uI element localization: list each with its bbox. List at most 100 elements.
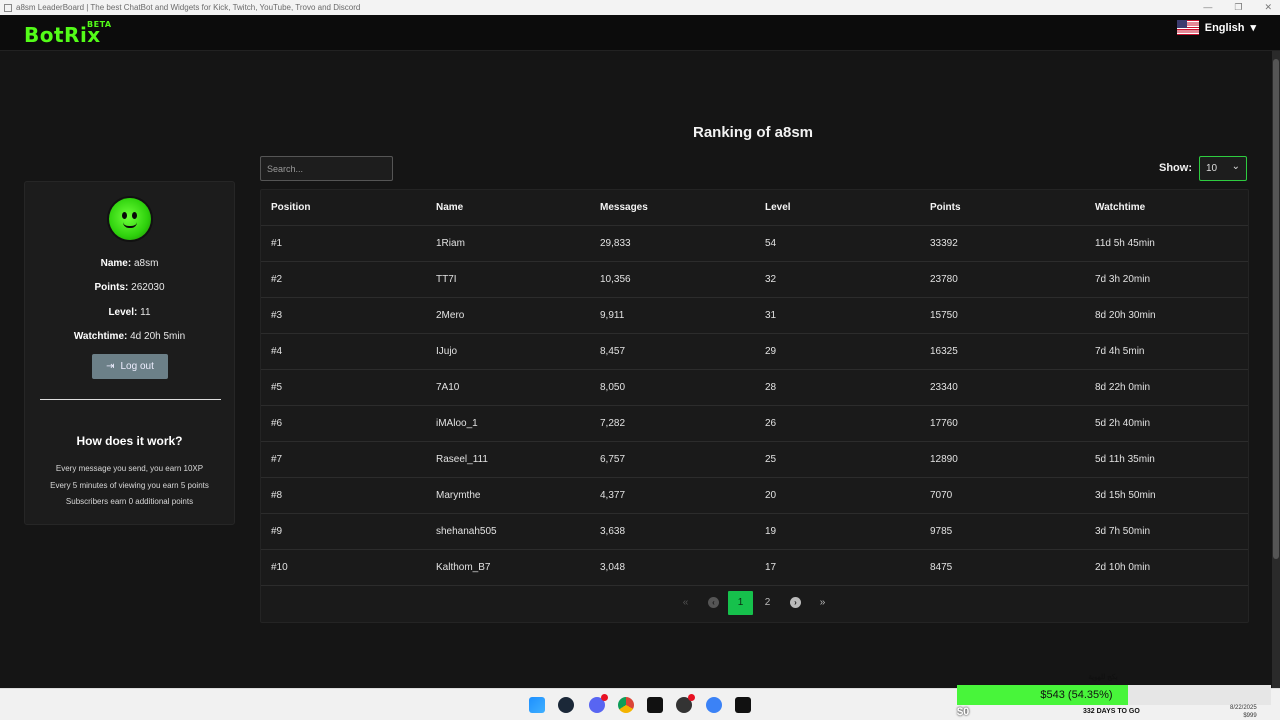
how-line: Every 5 minutes of viewing you earn 5 po… — [50, 481, 209, 490]
goal-end-amount: $999 — [1243, 713, 1257, 719]
header-watchtime[interactable]: Watchtime — [1095, 190, 1145, 226]
chrome-icon[interactable] — [618, 697, 634, 713]
table-row: #7 Raseel_111 6,757 25 12890 5d 11h 35min — [261, 442, 1248, 478]
page-2-button[interactable]: 2 — [755, 591, 780, 615]
close-icon[interactable]: ✕ — [1264, 0, 1272, 15]
goal-end-date: 8/22/2025 — [1230, 705, 1257, 711]
cell-position: #6 — [271, 418, 283, 429]
cell-position: #8 — [271, 490, 283, 501]
page-size-select[interactable]: 10 ⌄ — [1199, 156, 1247, 181]
cell-watchtime: 5d 11h 35min — [1095, 454, 1155, 465]
top-navbar: BotRix BETA English ▾ — [0, 15, 1280, 51]
prev-page-button[interactable]: ‹ — [701, 591, 726, 615]
cell-messages: 6,757 — [600, 454, 626, 465]
page-1-button[interactable]: 1 — [728, 591, 753, 615]
windows-start-icon[interactable] — [529, 697, 545, 713]
how-it-works-title: How does it work? — [76, 434, 183, 448]
botrix-logo[interactable]: BotRix BETA — [24, 20, 111, 47]
how-line: Every message you send, you earn 10XP — [55, 464, 204, 473]
cell-watchtime: 8d 22h 0min — [1095, 382, 1151, 393]
divider — [40, 399, 221, 400]
cell-name: Kalthom_B7 — [436, 562, 491, 573]
cell-position: #5 — [271, 382, 283, 393]
chevron-left-icon: ‹ — [708, 597, 719, 608]
cell-name: shehanah505 — [436, 526, 497, 537]
next-page-button[interactable]: › — [783, 591, 808, 615]
table-row: #8 Marymthe 4,377 20 7070 3d 15h 50min — [261, 478, 1248, 514]
cell-watchtime: 7d 4h 5min — [1095, 346, 1145, 357]
cell-level: 26 — [765, 418, 777, 429]
cell-watchtime: 2d 10h 0min — [1095, 562, 1151, 573]
cell-watchtime: 11d 5h 45min — [1095, 238, 1155, 249]
header-messages[interactable]: Messages — [600, 190, 648, 226]
chevron-down-icon: ⌄ — [1231, 161, 1240, 172]
page-scrollbar[interactable] — [1272, 51, 1280, 688]
last-page-button[interactable]: » — [810, 591, 835, 615]
goal-end: 8/22/2025 $999 — [1230, 704, 1257, 720]
cell-position: #9 — [271, 526, 283, 537]
notification-badge — [688, 694, 695, 701]
minimize-icon[interactable]: — — [1203, 0, 1212, 15]
header-name[interactable]: Name — [436, 190, 463, 226]
goal-days-left: 332 DAYS TO GO — [1083, 708, 1140, 715]
cell-name: 2Mero — [436, 310, 465, 321]
header-points[interactable]: Points — [930, 190, 961, 226]
profile-name: Name: a8sm — [100, 258, 159, 269]
cell-position: #2 — [271, 274, 283, 285]
cell-level: 17 — [765, 562, 777, 573]
cell-points: 9785 — [930, 526, 953, 537]
avatar — [109, 198, 151, 240]
cell-messages: 3,638 — [600, 526, 626, 537]
streamlabs-icon[interactable] — [706, 697, 722, 713]
logout-button[interactable]: ⇥ Log out — [92, 354, 168, 379]
profile-points: Points: 262030 — [94, 282, 165, 293]
avatar-smile-icon — [123, 222, 137, 228]
obs-icon[interactable] — [676, 694, 695, 713]
cell-points: 8475 — [930, 562, 953, 573]
cell-name: IJujo — [436, 346, 458, 357]
cell-points: 23780 — [930, 274, 958, 285]
language-label: English — [1204, 21, 1245, 34]
header-level[interactable]: Level — [765, 190, 791, 226]
search-input[interactable] — [260, 156, 393, 181]
cell-level: 25 — [765, 454, 777, 465]
cell-points: 16325 — [930, 346, 958, 357]
notification-badge — [601, 694, 608, 701]
table-row: #2 TT7I 10,356 32 23780 7d 3h 20min — [261, 262, 1248, 298]
profile-card: Name: a8sm Points: 262030 Level: 11 Watc… — [24, 181, 235, 525]
cell-messages: 9,911 — [600, 310, 625, 321]
cell-points: 23340 — [930, 382, 958, 393]
table-row: #10 Kalthom_B7 3,048 17 8475 2d 10h 0min — [261, 550, 1248, 586]
cell-points: 12890 — [930, 454, 958, 465]
capcut-icon[interactable] — [735, 697, 751, 713]
steam-icon[interactable] — [558, 697, 574, 713]
tiktok-icon[interactable] — [647, 697, 663, 713]
cell-name: Raseel_111 — [436, 454, 488, 465]
cell-level: 20 — [765, 490, 777, 501]
cell-position: #7 — [271, 454, 283, 465]
cell-watchtime: 5d 2h 40min — [1095, 418, 1151, 429]
restore-icon[interactable]: ❐ — [1234, 0, 1242, 15]
window-titlebar: a8sm LeaderBoard | The best ChatBot and … — [0, 0, 1280, 15]
cell-level: 32 — [765, 274, 777, 285]
page-title: Ranking of a8sm — [692, 124, 814, 141]
window-controls: — ❐ ✕ — [1203, 0, 1272, 15]
window-title: a8sm LeaderBoard | The best ChatBot and … — [16, 3, 361, 12]
language-selector[interactable]: English ▾ — [1176, 20, 1256, 35]
page-favicon-icon — [4, 4, 12, 12]
cell-level: 28 — [765, 382, 777, 393]
logout-label: Log out — [120, 361, 154, 372]
discord-icon[interactable] — [589, 694, 608, 713]
header-position[interactable]: Position — [271, 190, 310, 226]
cell-messages: 4,377 — [600, 490, 626, 501]
first-page-button[interactable]: « — [673, 591, 698, 615]
goal-progress-bar: $543 (54.35%) — [957, 685, 1271, 705]
cell-name: 7A10 — [436, 382, 460, 393]
how-line: Subscribers earn 0 additional points — [65, 497, 194, 506]
cell-points: 15750 — [930, 310, 958, 321]
leaderboard-table: Position Name Messages Level Points Watc… — [260, 189, 1249, 623]
cell-position: #3 — [271, 310, 283, 321]
cell-level: 31 — [765, 310, 777, 321]
chevron-down-icon: ▾ — [1250, 22, 1256, 34]
goal-title: بكج للهوية — [1088, 674, 1118, 681]
